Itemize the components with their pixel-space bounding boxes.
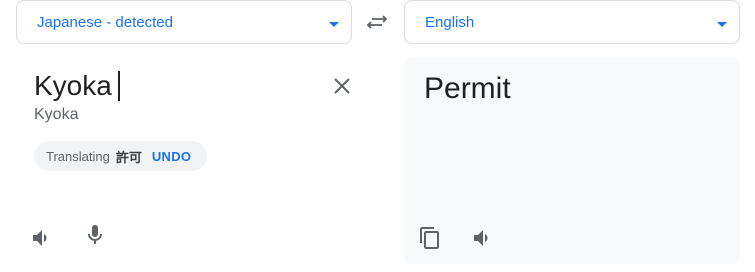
target-language-label: English bbox=[425, 13, 475, 31]
chevron-down-icon bbox=[329, 21, 339, 27]
source-language-select[interactable]: Japanese - detected bbox=[16, 0, 352, 44]
source-text: Kyoka bbox=[34, 70, 112, 101]
translation-text: Permit bbox=[424, 72, 511, 105]
copy-icon[interactable] bbox=[418, 226, 442, 250]
undo-button[interactable]: UNDO bbox=[152, 149, 191, 164]
source-panel: Kyoka Kyoka Translating 許可 UNDO bbox=[16, 58, 352, 264]
target-panel: Permit bbox=[404, 58, 740, 264]
translating-label: Translating bbox=[46, 148, 110, 164]
text-cursor bbox=[117, 71, 120, 101]
source-language-label: Japanese - detected bbox=[37, 13, 173, 31]
speaker-icon[interactable] bbox=[471, 226, 495, 250]
target-language-select[interactable]: English bbox=[404, 0, 740, 44]
microphone-icon[interactable] bbox=[83, 223, 107, 247]
translating-chip: Translating 許可 UNDO bbox=[34, 141, 208, 171]
speaker-icon[interactable] bbox=[30, 226, 54, 250]
close-icon[interactable] bbox=[332, 76, 352, 96]
chevron-down-icon bbox=[717, 21, 727, 27]
transliteration: Kyoka bbox=[34, 106, 79, 123]
translating-term: 許可 bbox=[115, 149, 142, 165]
source-input[interactable]: Kyoka bbox=[34, 70, 120, 102]
swap-languages-icon[interactable] bbox=[364, 10, 390, 34]
